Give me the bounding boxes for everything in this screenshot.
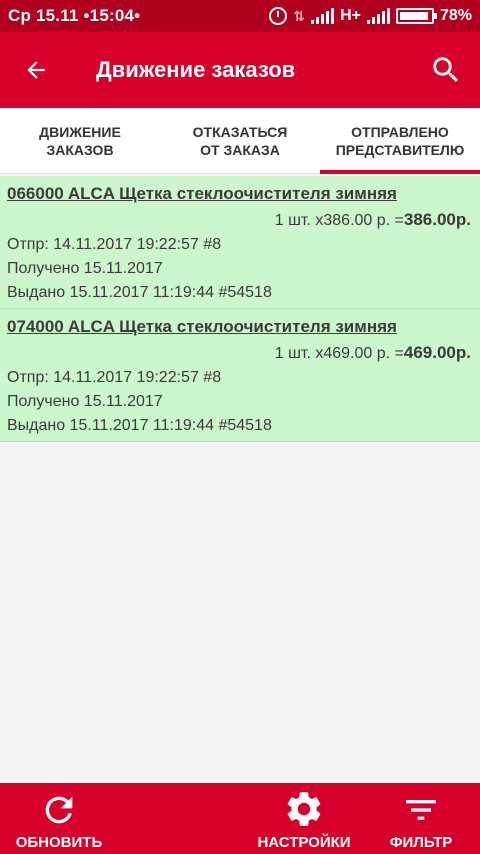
back-button[interactable] [0, 32, 72, 108]
battery-percent: 78% [439, 7, 472, 24]
order-name-link[interactable]: 074000 ALCA Щетка стеклоочистителя зимня… [7, 317, 473, 337]
filter-button[interactable]: ФИЛЬТР [380, 783, 462, 854]
order-sent: Отпр: 14.11.2017 19:22:57 #8 [7, 236, 222, 253]
gear-icon [287, 792, 321, 826]
app-bar: Движение заказов [0, 32, 480, 108]
order-name-link[interactable]: 066000 ALCA Щетка стеклоочистителя зимня… [7, 184, 473, 204]
page-title: Движение заказов [96, 57, 296, 82]
tab-label: ДВИЖЕНИЕ ЗАКАЗОВ [39, 124, 121, 158]
settings-button[interactable]: НАСТРОЙКИ [250, 783, 358, 854]
tab-label: ОТКАЗАТЬСЯ ОТ ЗАКАЗА [192, 124, 288, 158]
alarm-icon [269, 7, 288, 25]
refresh-button[interactable]: ОБНОВИТЬ [10, 783, 108, 854]
order-price: 1 шт. x469.00 р. =469.00р. [7, 343, 473, 363]
bottom-bar: ОБНОВИТЬ НАСТРОЙКИ ФИЛЬТР [0, 783, 480, 854]
tab-sent-to-representative[interactable]: ОТПРАВЛЕНО ПРЕДСТАВИТЕЛЮ [320, 108, 480, 174]
order-received: Получено 15.11.2017 [7, 393, 163, 410]
status-bar: Ср 15.11 •15:04• ⇅ H+ 78% [0, 0, 480, 32]
tab-label: ОТПРАВЛЕНО ПРЕДСТАВИТЕЛЮ [335, 124, 465, 158]
tab-cancel-order[interactable]: ОТКАЗАТЬСЯ ОТ ЗАКАЗА [160, 108, 320, 173]
order-received: Получено 15.11.2017 [7, 260, 163, 277]
order-total: 386.00р. [403, 210, 471, 229]
network-type: H+ [340, 7, 361, 24]
arrow-back-icon [27, 61, 45, 79]
order-qty-price: 1 шт. x469.00 р. = [274, 345, 404, 362]
signal-icon-2 [366, 8, 390, 24]
search-icon [433, 57, 459, 83]
refresh-label: ОБНОВИТЬ [15, 834, 103, 851]
status-time: Ср 15.11 •15:04• [8, 6, 141, 25]
filter-label: ФИЛЬТР [389, 834, 453, 851]
filter-icon [406, 800, 436, 820]
signal-icon [311, 8, 335, 24]
refresh-icon [45, 796, 73, 824]
search-button[interactable] [412, 32, 480, 108]
tab-bar: ДВИЖЕНИЕ ЗАКАЗОВ ОТКАЗАТЬСЯ ОТ ЗАКАЗА ОТПР… [0, 108, 480, 174]
list-item[interactable]: 074000 ALCA Щетка стеклоочистителя зимня… [0, 309, 480, 442]
order-issued: Выдано 15.11.2017 11:19:44 #54518 [7, 417, 272, 434]
order-qty-price: 1 шт. x386.00 р. = [274, 212, 404, 229]
battery-icon [395, 8, 437, 24]
tab-order-movement[interactable]: ДВИЖЕНИЕ ЗАКАЗОВ [0, 108, 160, 173]
order-price: 1 шт. x386.00 р. =386.00р. [7, 210, 473, 230]
settings-label: НАСТРОЙКИ [257, 834, 351, 851]
status-icons: ⇅ H+ 78% [269, 7, 472, 25]
order-total: 469.00р. [403, 343, 471, 362]
data-transfer-icon: ⇅ [293, 7, 306, 24]
order-list: 066000 ALCA Щетка стеклоочистителя зимня… [0, 176, 480, 442]
order-issued: Выдано 15.11.2017 11:19:44 #54518 [7, 284, 272, 301]
list-item[interactable]: 066000 ALCA Щетка стеклоочистителя зимня… [0, 176, 480, 309]
order-sent: Отпр: 14.11.2017 19:22:57 #8 [7, 369, 222, 386]
